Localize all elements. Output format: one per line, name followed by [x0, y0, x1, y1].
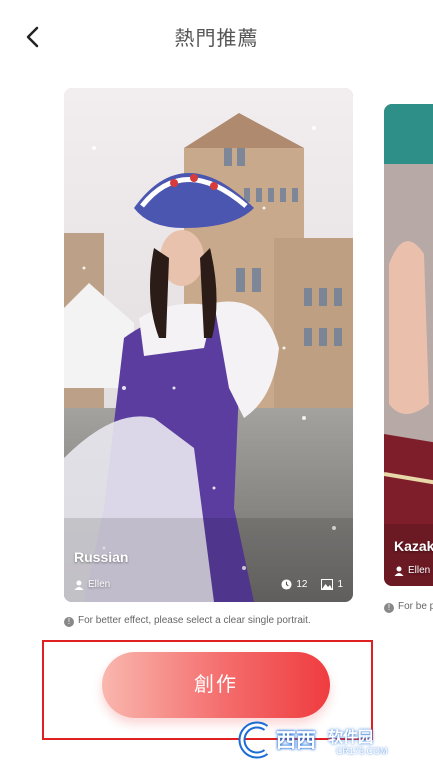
- header: 熱門推薦: [0, 0, 433, 72]
- watermark-url: CR173.COM: [336, 746, 388, 756]
- card-author: Ellen: [394, 565, 430, 576]
- stat-time-value: 12: [296, 579, 308, 590]
- template-card-russian[interactable]: Russian Ellen 12 1: [64, 88, 353, 602]
- card-stats: 12 1: [281, 579, 343, 590]
- create-button[interactable]: 創作: [102, 652, 330, 718]
- info-icon: !: [384, 603, 394, 613]
- hint-text-next-content: For be portra: [398, 601, 433, 612]
- hint-text-next: ! For be portra: [384, 600, 433, 613]
- hint-text-content: For better effect, please select a clear…: [78, 615, 311, 626]
- watermark-logo: [238, 721, 269, 759]
- stat-time: 12: [281, 579, 307, 590]
- card-photo: [64, 88, 353, 602]
- watermark-brand: 西西: [276, 730, 316, 752]
- page-title: 熱門推薦: [174, 28, 259, 50]
- user-icon: [74, 580, 84, 590]
- card-photo: [384, 104, 433, 586]
- card-title: Russian: [74, 549, 129, 565]
- card-title: Kazak: [394, 538, 433, 554]
- watermark-sub: 软件园: [328, 729, 374, 746]
- user-icon: [394, 566, 404, 576]
- stat-images-value: 1: [337, 579, 343, 590]
- info-icon: !: [64, 617, 74, 627]
- card-author: Ellen: [74, 579, 110, 590]
- card-author-name: Ellen: [408, 565, 431, 576]
- template-card-kazak[interactable]: Kazak Ellen: [384, 104, 433, 586]
- watermark: 西西 软件园 CR173.COM: [236, 720, 416, 760]
- hint-text: ! For better effect, please select a clea…: [64, 614, 354, 627]
- clock-icon: [281, 579, 292, 590]
- stat-images: 1: [321, 579, 343, 590]
- card-author-name: Ellen: [88, 579, 111, 590]
- image-icon: [321, 579, 334, 590]
